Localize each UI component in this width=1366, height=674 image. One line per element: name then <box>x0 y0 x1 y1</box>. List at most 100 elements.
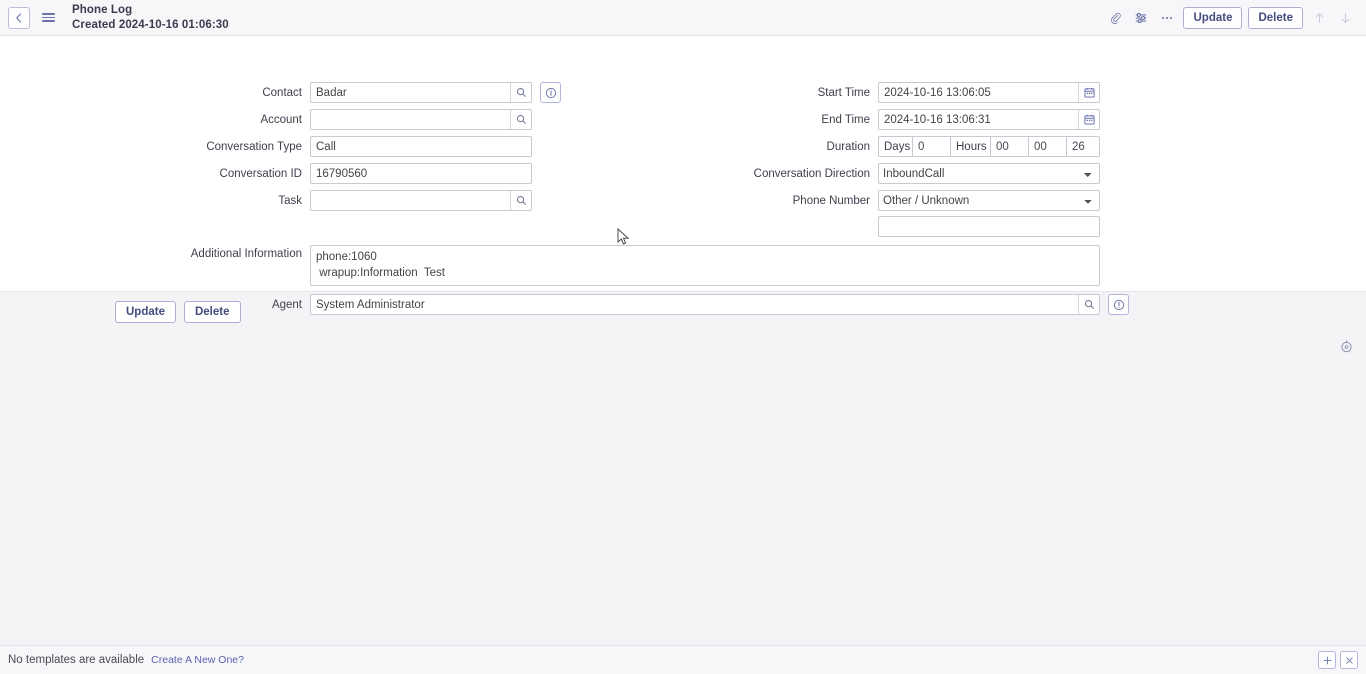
agent-input[interactable] <box>311 295 1078 314</box>
plus-icon <box>1323 656 1332 665</box>
end-time-input[interactable] <box>879 110 1078 129</box>
start-time-calendar-button[interactable] <box>1078 83 1099 102</box>
sliders-glyph <box>1134 11 1148 25</box>
field-row-contact: Contact <box>180 82 561 103</box>
contact-info-button[interactable] <box>540 82 561 103</box>
conversation-type-label: Conversation Type <box>180 141 310 153</box>
field-row-account: Account <box>180 109 532 130</box>
paperclip-icon[interactable] <box>1102 5 1128 31</box>
contact-label: Contact <box>180 87 310 99</box>
task-search-button[interactable] <box>510 191 531 210</box>
paperclip-glyph <box>1109 12 1122 25</box>
info-circle-icon <box>545 87 557 99</box>
agent-input-group <box>310 294 1100 315</box>
duration-hours-value[interactable]: 00 <box>991 137 1029 156</box>
account-label: Account <box>180 114 310 126</box>
page-subtitle: Created 2024-10-16 01:06:30 <box>72 18 229 32</box>
contact-input[interactable] <box>311 83 510 102</box>
duration-input-group: Days 0 Hours 00 00 26 <box>878 136 1100 157</box>
field-row-conversation-direction: Conversation Direction InboundCall <box>700 163 1100 184</box>
conversation-id-label: Conversation ID <box>180 168 310 180</box>
phone-number-select[interactable]: Other / Unknown <box>878 190 1100 211</box>
phone-log-form: Contact Account <box>0 36 1366 292</box>
duration-days-value[interactable]: 0 <box>913 137 951 156</box>
content-area <box>0 332 1366 632</box>
start-time-label: Start Time <box>700 87 878 99</box>
field-row-phone-number: Phone Number Other / Unknown <box>700 190 1100 211</box>
phone-number-label: Phone Number <box>700 195 878 207</box>
next-record-button[interactable] <box>1332 5 1358 31</box>
account-input-group <box>310 109 532 130</box>
start-time-input[interactable] <box>879 83 1078 102</box>
agent-label: Agent <box>180 299 310 311</box>
field-row-agent: Agent <box>180 294 1129 315</box>
header-update-button[interactable]: Update <box>1183 7 1242 29</box>
phone-extra-input[interactable] <box>878 216 1100 237</box>
search-icon <box>516 195 527 206</box>
clock-icon[interactable] <box>1340 340 1353 356</box>
task-input[interactable] <box>311 191 510 210</box>
field-row-start-time: Start Time <box>700 82 1100 103</box>
account-search-button[interactable] <box>510 110 531 129</box>
status-message: No templates are available <box>8 654 144 666</box>
duration-seconds-value[interactable]: 26 <box>1067 137 1099 156</box>
arrow-up-icon <box>1313 11 1326 25</box>
cursor-arrow-icon <box>617 228 630 246</box>
task-label: Task <box>180 195 310 207</box>
page-title-block: Phone Log Created 2024-10-16 01:06:30 <box>72 3 229 32</box>
agent-search-button[interactable] <box>1078 295 1099 314</box>
search-icon <box>516 87 527 98</box>
close-icon <box>1345 656 1354 665</box>
field-row-conversation-type: Conversation Type <box>180 136 532 157</box>
task-input-group <box>310 190 532 211</box>
field-row-task: Task <box>180 190 532 211</box>
ellipsis-icon[interactable] <box>1154 5 1180 31</box>
field-row-end-time: End Time <box>700 109 1100 130</box>
sliders-icon[interactable] <box>1128 5 1154 31</box>
arrow-down-icon <box>1339 11 1352 25</box>
status-bar-actions <box>1318 651 1358 669</box>
end-time-input-group <box>878 109 1100 130</box>
back-button[interactable] <box>8 7 30 29</box>
additional-information-textarea[interactable]: phone:1060 wrapup:Information Test <box>310 245 1100 286</box>
field-row-additional-information: Additional Information phone:1060 wrapup… <box>180 245 1100 286</box>
status-bar: No templates are available Create A New … <box>0 645 1366 674</box>
search-icon <box>516 114 527 125</box>
additional-information-label: Additional Information <box>180 245 310 260</box>
calendar-icon <box>1084 114 1095 125</box>
field-row-duration: Duration Days 0 Hours 00 00 26 <box>700 136 1100 157</box>
conversation-direction-select[interactable]: InboundCall <box>878 163 1100 184</box>
ellipsis-glyph <box>1160 11 1174 25</box>
duration-minutes-value[interactable]: 00 <box>1029 137 1067 156</box>
create-template-link[interactable]: Create A New One? <box>151 654 244 666</box>
header-toolbar: Update Delete <box>1102 0 1358 36</box>
contact-input-group <box>310 82 532 103</box>
search-icon <box>1084 299 1095 310</box>
conversation-type-input[interactable] <box>310 136 532 157</box>
end-time-label: End Time <box>700 114 878 126</box>
field-row-phone-extra <box>878 216 1100 237</box>
duration-hours-caption: Hours <box>951 137 991 156</box>
update-button[interactable]: Update <box>115 301 176 323</box>
duration-days-caption: Days <box>879 137 913 156</box>
field-row-conversation-id: Conversation ID <box>180 163 532 184</box>
add-button[interactable] <box>1318 651 1336 669</box>
duration-label: Duration <box>700 141 878 153</box>
agent-info-button[interactable] <box>1108 294 1129 315</box>
start-time-input-group <box>878 82 1100 103</box>
page-title: Phone Log <box>72 3 229 17</box>
end-time-calendar-button[interactable] <box>1078 110 1099 129</box>
chevron-left-icon <box>14 13 24 23</box>
account-input[interactable] <box>311 110 510 129</box>
header-delete-button[interactable]: Delete <box>1248 7 1303 29</box>
conversation-id-input[interactable] <box>310 163 532 184</box>
info-circle-icon <box>1113 299 1125 311</box>
contact-search-button[interactable] <box>510 83 531 102</box>
app-header: Phone Log Created 2024-10-16 01:06:30 <box>0 0 1366 36</box>
hamburger-icon[interactable] <box>42 10 58 26</box>
conversation-direction-label: Conversation Direction <box>700 168 878 180</box>
previous-record-button[interactable] <box>1306 5 1332 31</box>
close-button[interactable] <box>1340 651 1358 669</box>
clock-glyph <box>1340 340 1353 353</box>
calendar-icon <box>1084 87 1095 98</box>
